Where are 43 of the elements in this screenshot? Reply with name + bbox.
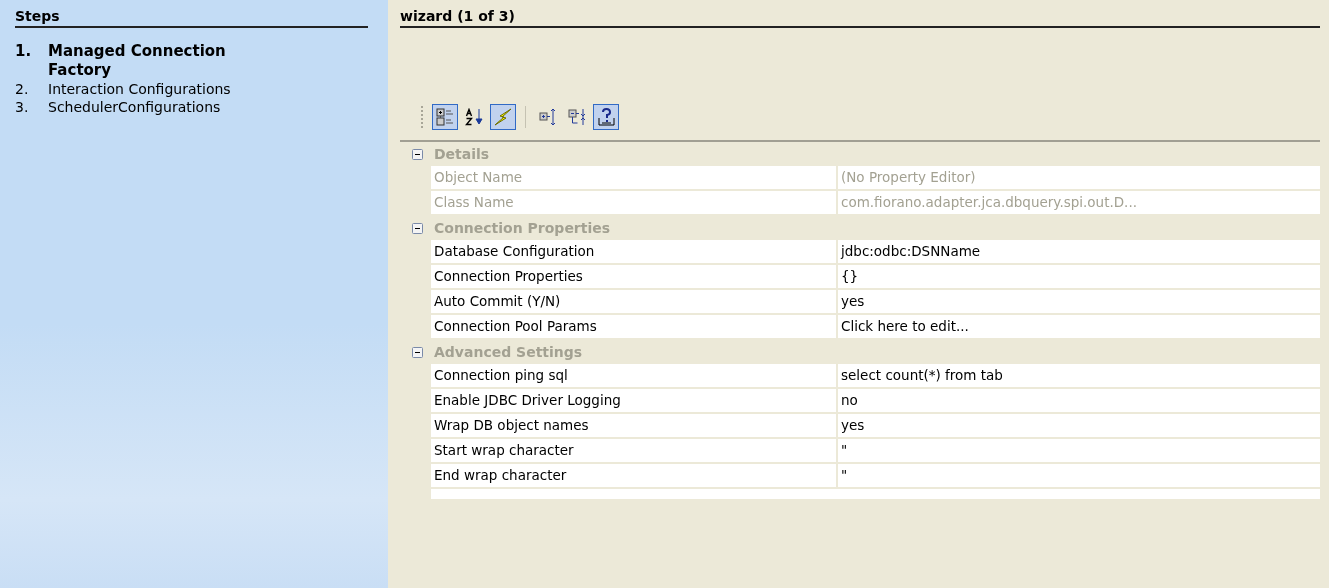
lightning-icon — [494, 108, 512, 126]
category-title: Advanced Settings — [434, 344, 583, 360]
property-value[interactable]: select count(*) from tab — [836, 364, 1320, 387]
property-name: Class Name — [433, 193, 515, 212]
collapse-all-icon — [568, 108, 586, 126]
collapse-icon[interactable] — [412, 222, 423, 234]
sort-alphabetical-icon — [465, 108, 483, 126]
step-label[interactable]: Managed Connection Factory — [48, 42, 278, 80]
property-value[interactable]: " — [836, 439, 1320, 462]
property-name: Connection Properties — [433, 267, 584, 286]
property-name: Enable JDBC Driver Logging — [433, 391, 622, 410]
step-label[interactable]: SchedulerConfigurations — [48, 98, 278, 116]
property-value[interactable]: jdbc:odbc:DSNName — [836, 240, 1320, 263]
property-name: Auto Commit (Y/N) — [433, 292, 562, 311]
step-label[interactable]: Interaction Configurations — [48, 80, 278, 98]
wizard-title: wizard (1 of 3) — [400, 8, 1320, 28]
help-button[interactable] — [593, 104, 619, 130]
property-name: Connection ping sql — [433, 366, 569, 385]
step-number: 2. — [15, 80, 30, 98]
collapse-icon[interactable] — [412, 346, 423, 358]
step-number: 3. — [15, 98, 30, 116]
property-value[interactable]: {} — [836, 265, 1320, 288]
property-name: Wrap DB object names — [433, 416, 590, 435]
property-value[interactable]: yes — [836, 414, 1320, 437]
property-value[interactable]: Click here to edit... — [836, 315, 1320, 338]
step-number: 1. — [15, 42, 33, 62]
help-icon — [597, 108, 615, 126]
property-value[interactable]: no — [836, 389, 1320, 412]
property-name: Object Name — [433, 168, 524, 187]
property-name: Start wrap character — [433, 441, 575, 460]
property-value[interactable]: yes — [836, 290, 1320, 313]
property-name: Connection Pool Params — [433, 317, 598, 336]
grid-categories-icon — [436, 108, 454, 126]
property-value[interactable]: " — [836, 464, 1320, 487]
property-name: Database Configuration — [433, 242, 596, 261]
expand-all-icon — [539, 108, 557, 126]
toolbar-grip-icon[interactable] — [421, 106, 425, 128]
steps-title: Steps — [15, 8, 368, 28]
category-title: Details — [434, 146, 490, 162]
collapse-icon[interactable] — [412, 148, 423, 160]
property-name: End wrap character — [433, 466, 568, 485]
category-title: Connection Properties — [434, 220, 611, 236]
grid-categories-button[interactable] — [432, 104, 458, 130]
